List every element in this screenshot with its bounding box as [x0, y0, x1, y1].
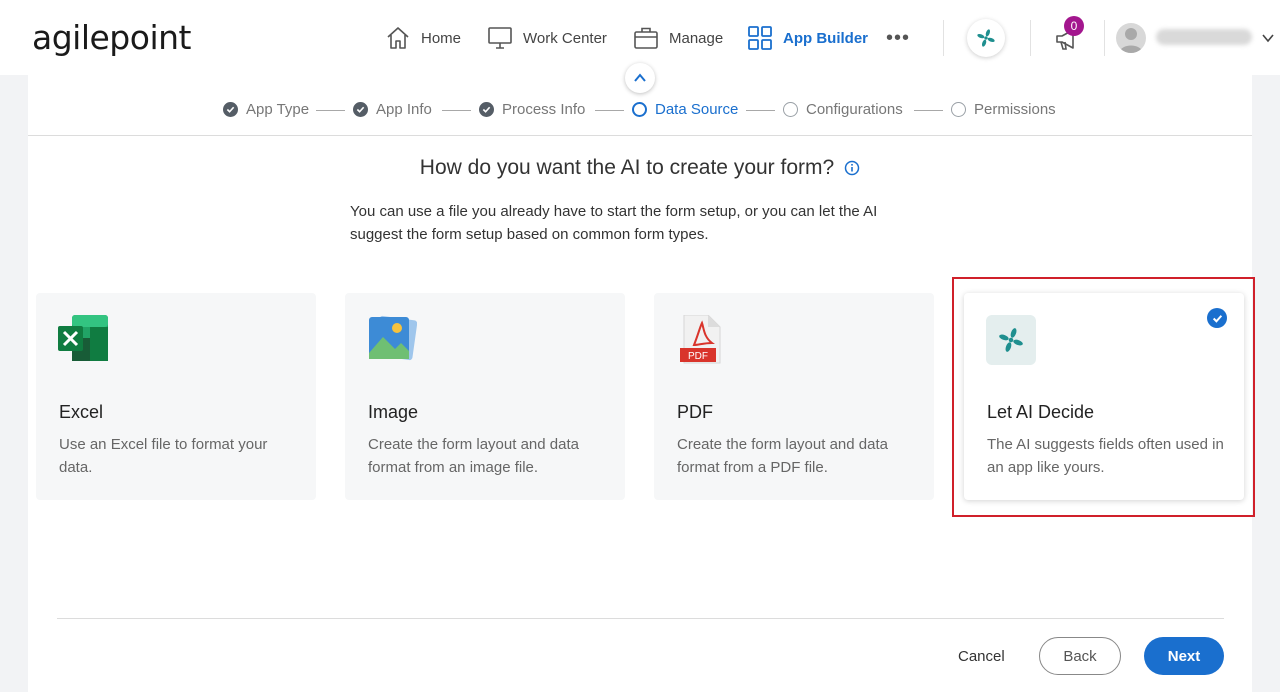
cancel-button[interactable]: Cancel	[958, 643, 1005, 669]
username-redacted[interactable]	[1156, 29, 1252, 45]
nav-manage[interactable]: Manage	[633, 24, 723, 52]
card-description: Create the form layout and data format f…	[677, 436, 888, 476]
step-label: App Info	[376, 100, 432, 118]
nav-divider	[943, 20, 944, 56]
step-app-type[interactable]: App Type	[223, 98, 309, 120]
nav-app-builder[interactable]: App Builder	[747, 24, 868, 52]
next-button[interactable]: Next	[1144, 637, 1224, 675]
nav-divider	[1104, 20, 1105, 56]
wizard-stepper: App Type App Info Process Info Data Sour…	[0, 98, 1280, 120]
chevron-down-icon[interactable]	[1261, 31, 1275, 45]
more-menu-icon[interactable]: •••	[886, 28, 910, 48]
page-title: How do you want the AI to create your fo…	[0, 156, 1280, 180]
step-pending-circle-icon	[783, 101, 798, 117]
option-card-excel[interactable]: Excel Use an Excel file to format your d…	[36, 293, 316, 500]
collapse-header-button[interactable]	[625, 63, 655, 93]
ai-spark-icon	[999, 328, 1023, 352]
user-silhouette-icon	[1119, 28, 1143, 53]
nav-work-center-label: Work Center	[523, 29, 607, 47]
pdf-icon-label: PDF	[688, 351, 708, 362]
step-connector	[316, 110, 345, 111]
step-label: Permissions	[974, 100, 1056, 118]
nav-app-builder-label: App Builder	[783, 29, 868, 47]
excel-icon	[58, 315, 108, 361]
card-title: Let AI Decide	[987, 402, 1095, 422]
ai-spark-icon	[977, 29, 995, 47]
chevron-up-icon	[634, 73, 646, 82]
step-process-info[interactable]: Process Info	[479, 98, 585, 120]
step-complete-check-icon	[479, 101, 494, 117]
option-card-pdf[interactable]: PDF PDF Create the form layout and data …	[654, 293, 934, 500]
page-title-text: How do you want the AI to create your fo…	[419, 156, 835, 179]
grid-icon	[748, 26, 772, 50]
ai-icon	[986, 315, 1036, 365]
notification-badge: 0	[1064, 16, 1084, 36]
step-connector	[746, 110, 775, 111]
stepper-divider	[28, 135, 1252, 136]
step-label: Process Info	[502, 100, 586, 118]
step-label: Configurations	[806, 100, 903, 118]
card-description: The AI suggests fields often used in an …	[987, 436, 1224, 476]
nav-divider	[1030, 20, 1031, 56]
ai-assistant-button[interactable]	[967, 19, 1005, 57]
step-connector	[914, 110, 943, 111]
step-current-circle-icon	[632, 101, 647, 117]
back-button[interactable]: Back	[1039, 637, 1121, 675]
nav-work-center[interactable]: Work Center	[487, 24, 607, 52]
card-title: PDF	[677, 402, 713, 422]
step-pending-circle-icon	[951, 101, 966, 117]
page-description: You can use a file you already have to s…	[350, 203, 878, 243]
selected-check-icon	[1207, 308, 1227, 328]
step-complete-check-icon	[223, 101, 238, 117]
step-connector	[595, 110, 624, 111]
card-title: Image	[368, 402, 419, 422]
briefcase-icon	[634, 27, 658, 49]
footer-divider	[57, 618, 1224, 619]
home-icon	[387, 27, 409, 49]
step-configurations[interactable]: Configurations	[783, 98, 903, 120]
card-description: Use an Excel file to format your data.	[59, 436, 268, 476]
info-icon[interactable]	[844, 160, 860, 176]
step-permissions[interactable]: Permissions	[951, 98, 1056, 120]
step-connector	[442, 110, 471, 111]
step-app-info[interactable]: App Info	[353, 98, 432, 120]
nav-home-label: Home	[421, 29, 462, 47]
nav-manage-label: Manage	[669, 29, 724, 47]
user-avatar[interactable]	[1116, 23, 1146, 53]
image-icon	[369, 315, 417, 361]
monitor-icon	[488, 27, 512, 49]
step-complete-check-icon	[353, 101, 368, 117]
card-title: Excel	[59, 402, 104, 422]
step-label: Data Source	[655, 100, 739, 118]
pdf-icon: PDF	[680, 315, 721, 364]
nav-home[interactable]: Home	[385, 24, 461, 52]
step-data-source[interactable]: Data Source	[632, 98, 738, 120]
card-description: Create the form layout and data format f…	[368, 436, 579, 476]
option-card-let-ai-decide[interactable]: Let AI Decide The AI suggests fields oft…	[964, 293, 1244, 500]
option-card-image[interactable]: Image Create the form layout and data fo…	[345, 293, 625, 500]
agilepoint-logo[interactable]: agilepoint	[32, 18, 191, 57]
step-label: App Type	[246, 100, 310, 118]
